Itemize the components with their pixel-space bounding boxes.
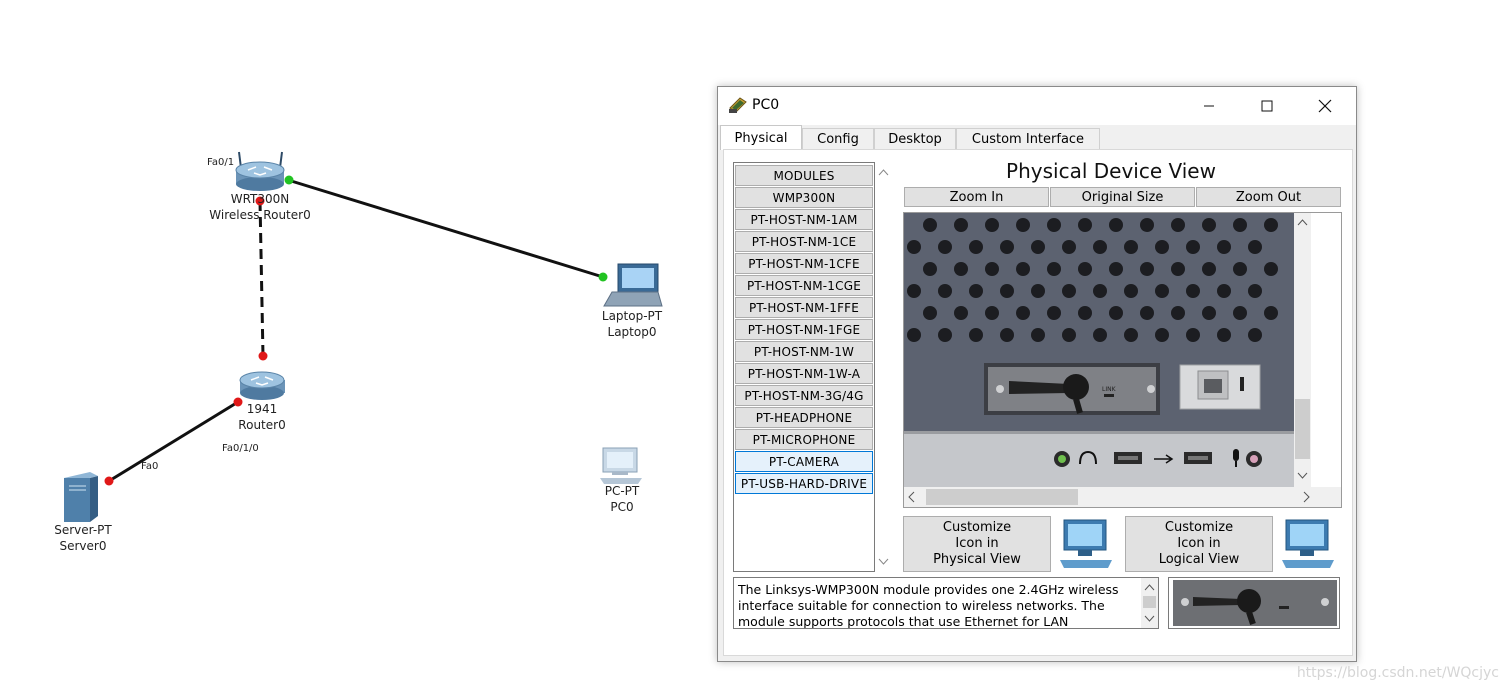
description-line: The Linksys-WMP300N module provides one …: [738, 582, 1119, 597]
physical-device-viewport[interactable]: LINK: [903, 212, 1342, 508]
module-item[interactable]: PT-HOST-NM-1AM: [735, 209, 873, 230]
port-label-server: Fa0: [141, 461, 159, 472]
module-item[interactable]: PT-HOST-NM-3G/4G: [735, 385, 873, 406]
wireless-router-icon[interactable]: [235, 151, 285, 191]
physical-tab-content: MODULES WMP300N PT-HOST-NM-1AM PT-HOST-N…: [723, 149, 1353, 656]
device-model: WRT300N: [230, 192, 290, 206]
tab-bar: Physical Config Desktop Custom Interface: [718, 125, 1356, 150]
server-icon[interactable]: [64, 472, 98, 522]
window-title: PC0: [752, 97, 780, 113]
module-link-label: LINK: [1102, 386, 1117, 393]
customize-line: Logical View: [1158, 552, 1240, 567]
device-name: Server0: [59, 539, 107, 553]
close-icon: [1318, 99, 1332, 113]
device-name: Laptop0: [607, 325, 657, 339]
maximize-button[interactable]: [1238, 87, 1296, 125]
port-label-router: Fa0/1/0: [222, 443, 259, 454]
link-light-wrt-router-b: [258, 351, 268, 361]
title-bar[interactable]: PC0: [718, 87, 1356, 125]
description-line: module supports protocols that use Ether…: [738, 614, 1069, 629]
module-item-selected[interactable]: PT-USB-HARD-DRIVE: [735, 473, 873, 494]
router-icon[interactable]: [239, 371, 285, 400]
device-model: Laptop-PT: [601, 309, 663, 323]
module-item[interactable]: PT-HOST-NM-1FFE: [735, 297, 873, 318]
module-item[interactable]: PT-MICROPHONE: [735, 429, 873, 450]
device-model: Server-PT: [54, 523, 112, 537]
module-item[interactable]: PT-HEADPHONE: [735, 407, 873, 428]
device-label-laptop: Laptop-PT Laptop0: [590, 308, 674, 340]
link-wrt-router[interactable]: [258, 200, 265, 357]
close-button[interactable]: [1296, 87, 1354, 125]
device-label-router: 1941 Router0: [222, 401, 302, 433]
device-name: Wireless Router0: [209, 208, 311, 222]
tab-config[interactable]: Config: [802, 128, 874, 150]
app-icon: [728, 96, 748, 118]
device-label-server: Server-PT Server0: [42, 522, 124, 554]
module-item[interactable]: PT-HOST-NM-1W-A: [735, 363, 873, 384]
customize-line: Icon in: [1177, 536, 1221, 551]
device-name: Router0: [238, 418, 286, 432]
link-light-wrt-laptop-b: [598, 272, 608, 282]
device-window: PC0 Physical Config Desktop Custom Inter…: [717, 86, 1357, 662]
module-description-text: The Linksys-WMP300N module provides one …: [738, 582, 1138, 629]
module-description[interactable]: The Linksys-WMP300N module provides one …: [733, 577, 1159, 629]
customize-logical-icon-button[interactable]: Customize Icon in Logical View: [1125, 516, 1273, 572]
pc-logical-icon: [1282, 519, 1334, 568]
original-size-button[interactable]: Original Size: [1050, 187, 1195, 207]
device-model: 1941: [246, 402, 278, 416]
module-item[interactable]: PT-HOST-NM-1CFE: [735, 253, 873, 274]
customize-line: Physical View: [933, 552, 1021, 567]
minimize-button[interactable]: [1180, 87, 1238, 125]
customize-line: Customize: [942, 520, 1012, 535]
device-model: PC-PT: [604, 484, 640, 498]
module-item[interactable]: PT-HOST-NM-1CE: [735, 231, 873, 252]
minimize-icon: [1204, 105, 1214, 107]
physical-view-title: Physical Device View: [1006, 159, 1216, 183]
tab-desktop[interactable]: Desktop: [874, 128, 956, 150]
device-label-pc: PC-PT PC0: [590, 483, 654, 515]
tab-custom-interface[interactable]: Custom Interface: [956, 128, 1100, 150]
watermark: https://blog.csdn.net/WQcjyc: [1296, 665, 1499, 681]
zoom-in-button[interactable]: Zoom In: [904, 187, 1049, 207]
port-label-wrt: Fa0/1: [207, 157, 235, 168]
link-router-server[interactable]: [108, 400, 239, 483]
link-light-wrt-laptop-a: [284, 175, 294, 185]
description-line: interface suitable for connection to wir…: [738, 598, 1105, 613]
module-list[interactable]: MODULES WMP300N PT-HOST-NM-1AM PT-HOST-N…: [733, 162, 892, 572]
link-light-router-server-b: [104, 476, 114, 486]
zoom-out-button[interactable]: Zoom Out: [1196, 187, 1341, 207]
module-item[interactable]: PT-HOST-NM-1W: [735, 341, 873, 362]
maximize-icon: [1261, 100, 1273, 112]
device-back-panel: LINK: [904, 213, 1341, 507]
module-header: MODULES: [735, 165, 873, 186]
topology-canvas[interactable]: [0, 0, 715, 689]
device-label-wireless-router: WRT300N Wireless Router0: [196, 191, 324, 223]
pc-icon[interactable]: [600, 447, 642, 484]
laptop-icon[interactable]: [603, 263, 663, 307]
pc-physical-icon: [1060, 519, 1112, 568]
customize-physical-icon-button[interactable]: Customize Icon in Physical View: [903, 516, 1051, 572]
ethernet-port[interactable]: [1179, 364, 1261, 410]
module-item[interactable]: PT-HOST-NM-1CGE: [735, 275, 873, 296]
description-scrollbar[interactable]: [1141, 578, 1158, 628]
customize-line: Customize: [1164, 520, 1234, 535]
wmp300n-module[interactable]: LINK: [984, 363, 1160, 415]
module-list-scrollbar[interactable]: [875, 163, 892, 571]
module-item[interactable]: PT-HOST-NM-1FGE: [735, 319, 873, 340]
module-thumbnail: [1168, 577, 1340, 629]
module-item-selected[interactable]: PT-CAMERA: [735, 451, 873, 472]
module-item[interactable]: WMP300N: [735, 187, 873, 208]
device-name: PC0: [610, 500, 634, 514]
tab-physical[interactable]: Physical: [720, 125, 802, 150]
customize-line: Icon in: [955, 536, 999, 551]
link-wrt-laptop[interactable]: [287, 178, 604, 279]
